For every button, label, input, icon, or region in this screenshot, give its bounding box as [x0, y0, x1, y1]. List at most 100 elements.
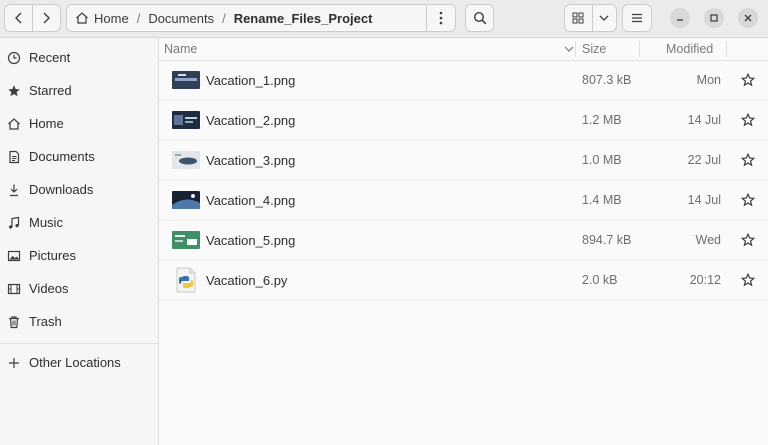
sidebar-item-pictures[interactable]: Pictures	[0, 239, 158, 272]
file-name: Vacation_6.py	[206, 272, 288, 288]
trash-icon	[6, 314, 22, 330]
sidebar-item-starred[interactable]: Starred	[0, 74, 158, 107]
column-separator	[575, 41, 576, 57]
file-modified: 22 Jul	[687, 153, 721, 167]
file-modified: 20:12	[689, 273, 721, 287]
back-button[interactable]	[5, 5, 32, 31]
picture-icon	[6, 248, 22, 264]
breadcrumb-label: Rename_Files_Project	[233, 10, 373, 26]
grid-icon	[572, 12, 584, 24]
star-outline-icon[interactable]	[741, 153, 755, 167]
home-icon	[6, 116, 22, 132]
star-outline-icon[interactable]	[741, 193, 755, 207]
close-button[interactable]	[738, 8, 758, 28]
file-modified: 14 Jul	[687, 193, 721, 207]
header-bar: Home / Documents / Rename_Files_Project	[0, 0, 768, 38]
star-icon	[6, 83, 22, 99]
star-outline-icon[interactable]	[741, 273, 755, 287]
minimize-icon	[677, 19, 683, 21]
home-icon	[76, 12, 88, 24]
file-row[interactable]: Vacation_2.png 1.2 MB 14 Jul	[159, 100, 768, 141]
image-thumbnail-icon	[172, 111, 200, 129]
sidebar-item-other-locations[interactable]: Other Locations	[0, 346, 158, 379]
breadcrumb-documents[interactable]: Documents	[142, 11, 220, 26]
vertical-dots-icon	[439, 11, 443, 25]
clock-icon	[6, 50, 22, 66]
sidebar-item-label: Pictures	[29, 248, 76, 263]
file-size: 807.3 kB	[582, 73, 632, 87]
music-note-icon	[6, 215, 22, 231]
file-modified: 14 Jul	[687, 113, 721, 127]
sidebar-item-documents[interactable]: Documents	[0, 140, 158, 173]
star-outline-icon[interactable]	[741, 113, 755, 127]
sidebar-item-home[interactable]: Home	[0, 107, 158, 140]
file-modified: Mon	[696, 73, 721, 87]
breadcrumb-home[interactable]: Home	[67, 11, 135, 26]
file-name: Vacation_5.png	[206, 232, 296, 248]
breadcrumb-label: Documents	[148, 10, 215, 26]
breadcrumb-current-folder[interactable]: Rename_Files_Project	[228, 11, 379, 26]
sidebar-item-label: Recent	[29, 50, 71, 65]
file-modified: Wed	[695, 233, 721, 247]
column-name-header[interactable]: Name	[164, 38, 574, 60]
close-icon	[744, 14, 752, 22]
film-icon	[6, 281, 22, 297]
sidebar-item-label: Other Locations	[29, 355, 121, 370]
column-modified-header[interactable]: Modified	[666, 38, 713, 60]
forward-button[interactable]	[33, 5, 60, 31]
image-thumbnail-icon	[172, 191, 200, 209]
file-row[interactable]: Vacation_6.py 2.0 kB 20:12	[159, 260, 768, 301]
file-size: 1.4 MB	[582, 193, 622, 207]
breadcrumb-label: Home	[94, 10, 129, 26]
image-thumbnail-icon	[172, 71, 200, 89]
image-thumbnail-icon	[172, 151, 200, 169]
sidebar-item-recent[interactable]: Recent	[0, 41, 158, 74]
maximize-icon	[710, 14, 718, 22]
file-row[interactable]: Vacation_1.png 807.3 kB Mon	[159, 60, 768, 101]
column-name-label: Name	[164, 42, 198, 56]
download-icon	[6, 182, 22, 198]
sidebar-item-label: Starred	[29, 83, 72, 98]
file-name: Vacation_2.png	[206, 112, 296, 128]
file-row[interactable]: Vacation_3.png 1.0 MB 22 Jul	[159, 140, 768, 181]
chevron-left-icon	[14, 12, 21, 24]
sidebar-item-label: Music	[29, 215, 63, 230]
sidebar-item-videos[interactable]: Videos	[0, 272, 158, 305]
search-button[interactable]	[465, 4, 494, 32]
search-icon	[473, 11, 486, 25]
file-name: Vacation_4.png	[206, 192, 296, 208]
minimize-button[interactable]	[670, 8, 690, 28]
python-file-icon	[175, 267, 197, 293]
view-toggle-group	[564, 4, 617, 32]
star-outline-icon[interactable]	[741, 73, 755, 87]
column-separator	[639, 41, 640, 57]
column-size-header[interactable]: Size	[582, 38, 606, 60]
sidebar-item-label: Trash	[29, 314, 62, 329]
column-size-label: Size	[582, 42, 607, 56]
folder-menu-button[interactable]	[426, 5, 455, 31]
file-row[interactable]: Vacation_4.png 1.4 MB 14 Jul	[159, 180, 768, 221]
column-separator	[726, 41, 727, 57]
maximize-button[interactable]	[704, 8, 724, 28]
sidebar-item-label: Downloads	[29, 182, 94, 197]
sort-chevron-down-icon	[564, 46, 574, 52]
main-menu-button[interactable]	[622, 4, 652, 32]
file-size: 1.0 MB	[582, 153, 622, 167]
sidebar-item-downloads[interactable]: Downloads	[0, 173, 158, 206]
file-name: Vacation_3.png	[206, 152, 296, 168]
image-thumbnail-icon	[172, 231, 200, 249]
file-size: 1.2 MB	[582, 113, 622, 127]
sidebar-item-music[interactable]: Music	[0, 206, 158, 239]
view-options-button[interactable]	[593, 5, 616, 31]
chevron-down-icon	[599, 15, 609, 21]
grid-view-button[interactable]	[565, 5, 593, 31]
star-outline-icon[interactable]	[741, 233, 755, 247]
navigation-buttons	[4, 4, 61, 32]
sidebar-item-label: Videos	[29, 281, 69, 296]
column-header: Name Size Modified	[159, 38, 768, 61]
sidebar-item-trash[interactable]: Trash	[0, 305, 158, 338]
path-bar: Home / Documents / Rename_Files_Project	[66, 4, 456, 32]
file-row[interactable]: Vacation_5.png 894.7 kB Wed	[159, 220, 768, 261]
plus-icon	[6, 355, 22, 371]
file-size: 894.7 kB	[582, 233, 632, 247]
